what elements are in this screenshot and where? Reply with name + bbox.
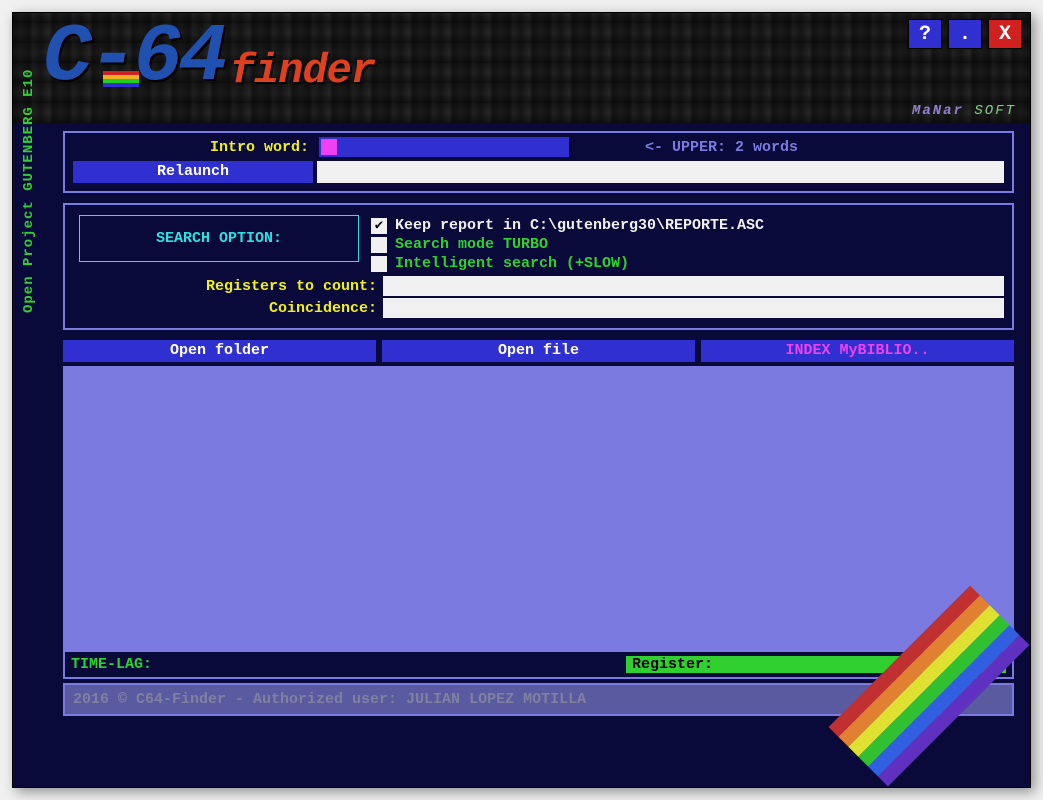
close-button[interactable]: X [988,19,1022,49]
results-area[interactable] [63,366,1014,652]
open-file-button[interactable]: Open file [382,340,695,362]
side-project-label: Open Project GUTENBERG E10 [21,69,37,313]
registers-input[interactable] [383,276,1004,296]
index-mybiblio-button[interactable]: INDEX MyBIBLIO.. [701,340,1014,362]
checkbox-icon [371,256,387,272]
logo-finder: finder [230,47,375,95]
logo-c64: C-64 [43,23,224,93]
coincidence-input[interactable] [383,298,1004,318]
intelligent-label: Intelligent search (+SLOW) [395,255,629,272]
checkbox-icon [371,237,387,253]
turbo-label: Search mode TURBO [395,236,548,253]
intro-word-input[interactable] [319,137,569,157]
checkbox-checked-icon: ✔ [371,218,387,234]
help-button[interactable]: ? [908,19,942,49]
intro-panel: Intro word: <- UPPER: 2 words Relaunch [63,131,1014,193]
search-option-panel: SEARCH OPTION: ✔ Keep report in C:\guten… [63,203,1014,330]
turbo-checkbox[interactable]: Search mode TURBO [371,236,1004,253]
results-panel: Open folder Open file INDEX MyBIBLIO.. T… [63,340,1014,679]
text-cursor-icon [321,139,337,155]
relaunch-input[interactable] [317,161,1004,183]
keep-report-label: Keep report in C:\gutenberg30\REPORTE.AS… [395,217,764,234]
titlebar: C-64 finder MaNar SOFT ? . X [13,13,1030,123]
coincidence-label: Coincidence: [73,300,383,317]
registers-label: Registers to count: [73,278,383,295]
rainbow-stripe-icon [103,71,139,87]
search-option-title: SEARCH OPTION: [79,215,359,262]
intro-hint: <- UPPER: 2 words [645,139,798,156]
open-folder-button[interactable]: Open folder [63,340,376,362]
keep-report-checkbox[interactable]: ✔ Keep report in C:\gutenberg30\REPORTE.… [371,217,1004,234]
app-logo: C-64 finder [43,23,375,93]
relaunch-button[interactable]: Relaunch [73,161,313,183]
vendor-label: MaNar SOFT [912,103,1016,119]
timelag-label: TIME-LAG: [71,656,626,673]
intelligent-checkbox[interactable]: Intelligent search (+SLOW) [371,255,1004,272]
intro-word-label: Intro word: [73,139,313,156]
app-window: C-64 finder MaNar SOFT ? . X Open Projec… [12,12,1031,788]
minimize-button[interactable]: . [948,19,982,49]
